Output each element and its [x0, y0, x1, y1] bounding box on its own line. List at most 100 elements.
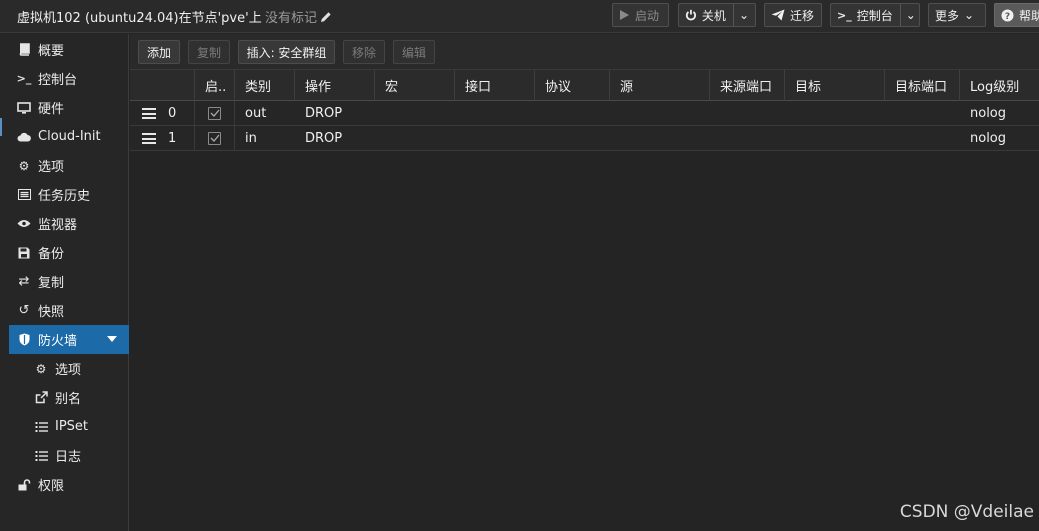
column-header-dest-port[interactable]: 目标端口: [885, 70, 960, 101]
sidebar-item-label: 控制台: [38, 73, 78, 88]
column-header-destination[interactable]: 目标: [785, 70, 885, 101]
start-label: 启动: [635, 8, 660, 23]
sidebar-item-log[interactable]: 日志: [34, 441, 129, 470]
action-cell: DROP: [305, 105, 343, 121]
insert-security-group-button[interactable]: 插入: 安全群组: [238, 40, 335, 64]
migrate-button[interactable]: 迁移: [764, 3, 822, 27]
sidebar-item-label: 监视器: [38, 218, 78, 233]
sidebar-item-options[interactable]: ⚙ 选项: [9, 151, 129, 180]
column-header-drag: [130, 70, 195, 101]
unlock-icon: [17, 478, 31, 492]
enable-cell[interactable]: [195, 126, 235, 150]
column-header-enable[interactable]: 启..: [195, 70, 235, 101]
enable-checkbox[interactable]: [208, 106, 221, 120]
shutdown-label: 关机: [701, 8, 726, 23]
sidebar-item-firewall[interactable]: 防火墙: [9, 325, 129, 354]
question-circle-icon: ?: [1001, 9, 1014, 22]
retweet-icon: ⇄: [18, 274, 30, 289]
sidebar-item-firewall-options[interactable]: ⚙ 选项: [34, 354, 129, 383]
column-header-protocol[interactable]: 协议: [535, 70, 610, 101]
drag-handle-icon[interactable]: [142, 133, 156, 144]
list-icon: [17, 188, 31, 202]
power-icon: [685, 9, 696, 21]
copy-rule-button[interactable]: 复制: [188, 40, 230, 64]
shutdown-button[interactable]: 关机 ⌄: [678, 3, 756, 27]
sidebar: 概要 >_ 控制台 硬件 Cloud-Init ⚙ 选项 任务历史 监视器 备份…: [0, 34, 129, 531]
check-icon: [210, 134, 219, 142]
terminal-icon: >_: [837, 8, 852, 22]
console-button[interactable]: >_ 控制台 ⌄: [830, 3, 920, 27]
paper-plane-icon: [771, 9, 785, 21]
column-header-type[interactable]: 类别: [235, 70, 295, 101]
sidebar-item-task-history[interactable]: 任务历史: [9, 180, 129, 209]
chevron-down-icon: ⌄: [964, 8, 975, 22]
row-drag-cell[interactable]: 1: [130, 126, 195, 150]
sidebar-item-label: 日志: [55, 450, 82, 465]
firewall-rules-grid: 启.. 类别 操作 宏 接口 协议 源 来源端口 目标 目标端口 Log级别 0…: [130, 70, 1039, 531]
sidebar-item-hardware[interactable]: 硬件: [9, 93, 129, 122]
play-icon: [620, 10, 629, 20]
sidebar-item-backup[interactable]: 备份: [9, 238, 129, 267]
migrate-label: 迁移: [790, 8, 815, 23]
sidebar-item-label: 任务历史: [38, 189, 91, 204]
sidebar-item-label: 快照: [38, 305, 65, 320]
eye-icon: [17, 217, 31, 231]
sidebar-item-summary[interactable]: 概要: [9, 35, 129, 64]
floppy-icon: [17, 246, 31, 260]
column-header-interface[interactable]: 接口: [455, 70, 535, 101]
sidebar-item-label: 概要: [38, 44, 65, 59]
cloud-icon: [17, 130, 31, 144]
column-header-action[interactable]: 操作: [295, 70, 375, 101]
book-icon: [17, 43, 31, 57]
sidebar-item-alias[interactable]: 别名: [34, 383, 129, 412]
enable-cell[interactable]: [195, 101, 235, 125]
sidebar-item-monitor[interactable]: 监视器: [9, 209, 129, 238]
remove-rule-button[interactable]: 移除: [343, 40, 385, 64]
sidebar-item-permissions[interactable]: 权限: [9, 470, 129, 499]
help-button[interactable]: ? 帮助: [994, 3, 1039, 27]
caret-down-icon[interactable]: [107, 336, 117, 342]
shield-icon: [17, 333, 31, 347]
column-header-log-level[interactable]: Log级别: [960, 70, 1039, 101]
sidebar-item-replication[interactable]: ⇄ 复制: [9, 267, 129, 296]
sidebar-item-label: 权限: [38, 479, 65, 494]
sidebar-item-console[interactable]: >_ 控制台: [9, 64, 129, 93]
sidebar-item-cloud-init[interactable]: Cloud-Init: [9, 122, 129, 151]
rule-position: 0: [168, 105, 177, 121]
tags-label: 没有标记: [265, 11, 318, 26]
svg-text:?: ?: [1005, 12, 1010, 22]
sidebar-item-ipset[interactable]: IPSet: [34, 412, 129, 441]
column-header-source-port[interactable]: 来源端口: [710, 70, 785, 101]
firewall-toolbar: 添加 复制 插入: 安全群组 移除 编辑: [130, 34, 1039, 70]
history-icon: ↺: [18, 303, 30, 318]
sidebar-item-label: 备份: [38, 247, 65, 262]
log-level-cell: nolog: [970, 130, 1007, 146]
more-button[interactable]: 更多 ⌄: [928, 3, 986, 27]
column-header-macro[interactable]: 宏: [375, 70, 455, 101]
list-ol-icon: [34, 420, 48, 434]
top-header: 虚拟机102 (ubuntu24.04)在节点'pve'上 没有标记 启动 关机…: [0, 0, 1039, 33]
grid-header: 启.. 类别 操作 宏 接口 协议 源 来源端口 目标 目标端口 Log级别: [130, 70, 1039, 101]
terminal-icon: >_: [16, 72, 32, 85]
table-row[interactable]: 1 in DROP nolog: [130, 126, 1039, 151]
pencil-icon: [321, 11, 331, 22]
drag-handle-icon[interactable]: [142, 108, 156, 119]
start-button[interactable]: 启动: [612, 3, 669, 27]
sidebar-item-label: 别名: [55, 392, 82, 407]
row-drag-cell[interactable]: 0: [130, 101, 195, 125]
watermark-text: CSDN @Vdeilae: [899, 502, 1034, 522]
console-menu-chevron-down-icon[interactable]: ⌄: [899, 4, 916, 26]
sidebar-item-snapshots[interactable]: ↺ 快照: [9, 296, 129, 325]
column-header-source[interactable]: 源: [610, 70, 710, 101]
sidebar-edge-marker: [0, 118, 2, 136]
gear-icon: ⚙: [18, 158, 30, 173]
enable-checkbox[interactable]: [208, 131, 221, 145]
tags-edit[interactable]: 没有标记: [265, 7, 332, 26]
edit-rule-button[interactable]: 编辑: [393, 40, 435, 64]
sidebar-item-label: 选项: [38, 160, 65, 175]
type-cell: in: [245, 130, 257, 146]
table-row[interactable]: 0 out DROP nolog: [130, 101, 1039, 126]
shutdown-menu-chevron-down-icon[interactable]: ⌄: [732, 4, 749, 26]
sidebar-item-label: IPSet: [55, 419, 89, 434]
add-rule-button[interactable]: 添加: [138, 40, 180, 64]
